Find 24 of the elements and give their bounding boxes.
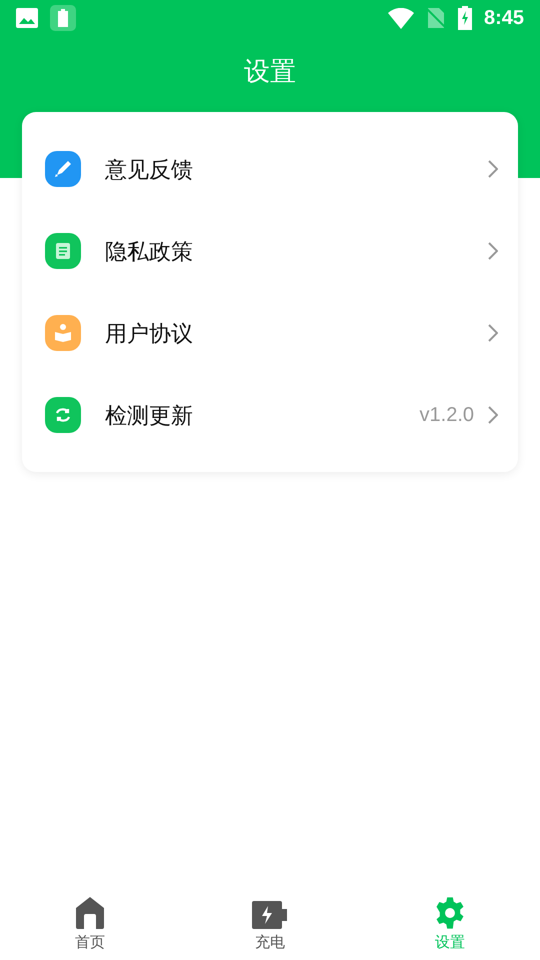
battery-app-icon (50, 5, 76, 31)
nav-tab[interactable]: 首页 (0, 888, 180, 954)
chevron-icon (488, 406, 498, 424)
battery-charging-icon (458, 6, 472, 30)
wifi-icon (388, 8, 414, 28)
battery-icon (251, 900, 289, 930)
image-icon (16, 8, 38, 28)
chevron-icon (488, 242, 498, 260)
header-title: 设置 (244, 54, 296, 88)
menu-item[interactable]: 用户协议 (22, 292, 518, 374)
status-time: 8:45 (484, 6, 524, 31)
home-icon (74, 896, 106, 930)
version-text: v1.2.0 (420, 403, 474, 428)
menu-label: 检测更新 (105, 402, 193, 430)
chevron-icon (488, 324, 498, 342)
nav-tab[interactable]: 充电 (180, 888, 360, 954)
chevron-icon (488, 160, 498, 178)
menu-item[interactable]: 检测更新 v1.2.0 (22, 374, 518, 456)
menu-label: 用户协议 (105, 320, 193, 348)
menu-label: 隐私政策 (105, 238, 193, 266)
menu-item[interactable]: 隐私政策 (22, 210, 518, 292)
menu-item[interactable]: 意见反馈 (22, 128, 518, 210)
no-sim-icon (426, 7, 446, 29)
menu-label: 意见反馈 (105, 156, 193, 184)
